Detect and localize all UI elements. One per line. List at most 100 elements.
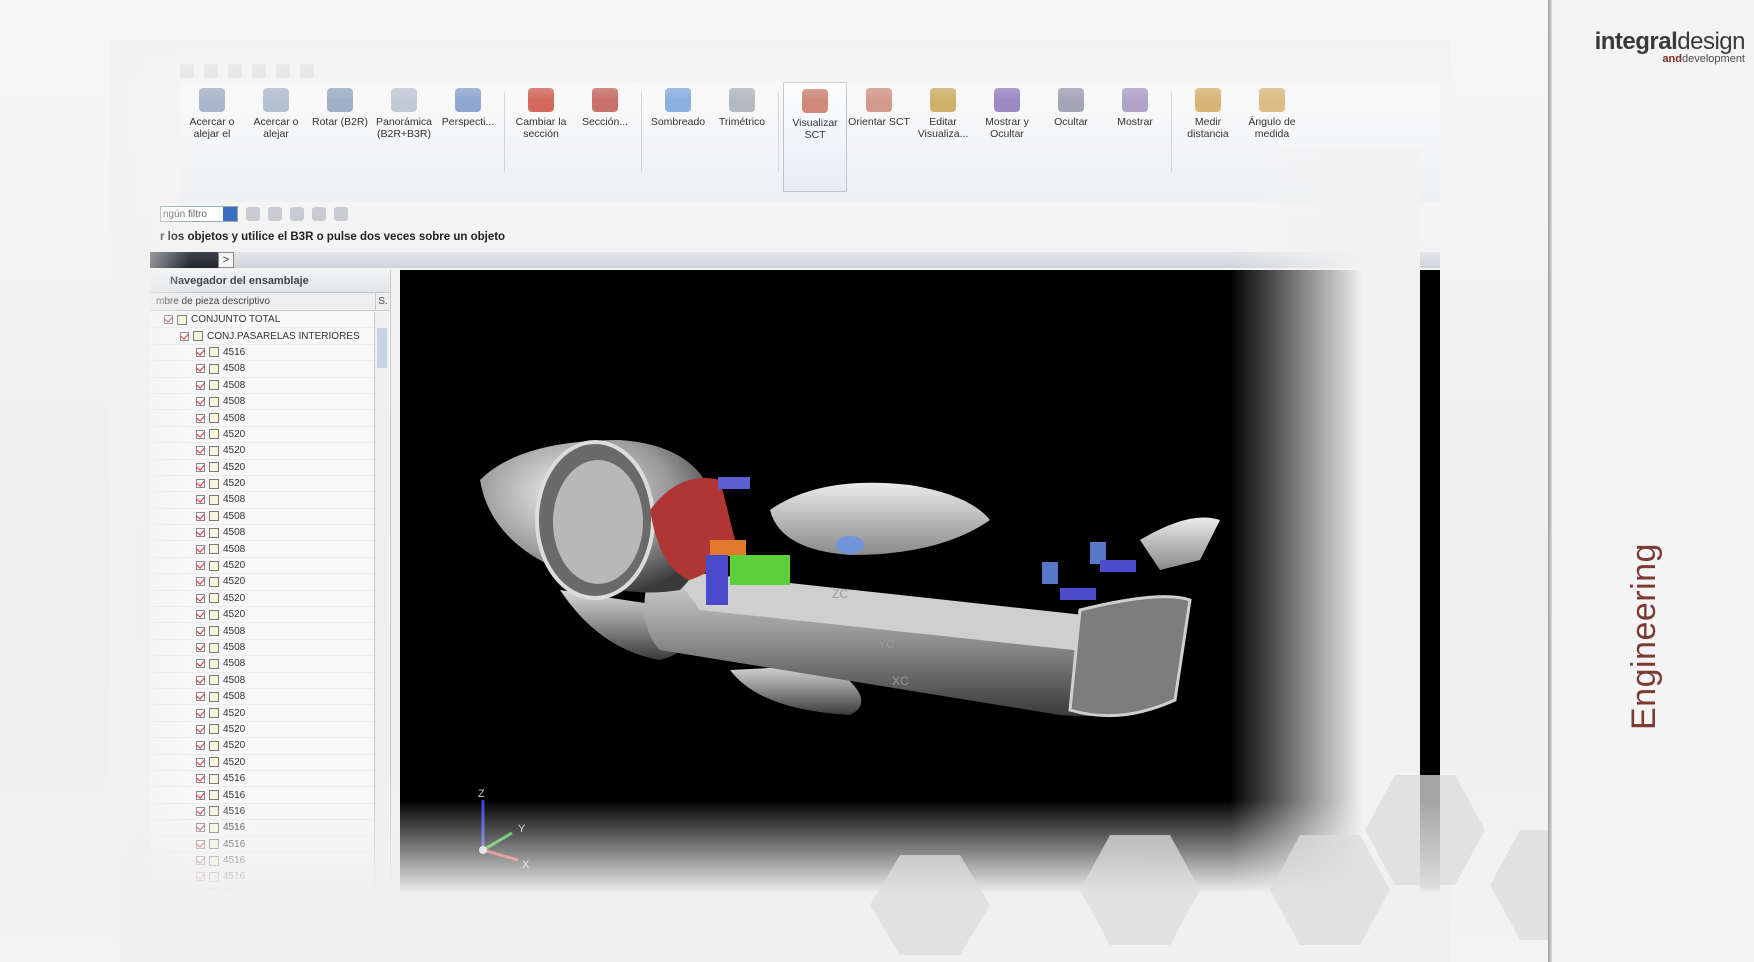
tail-fin[interactable] [1140,517,1220,571]
part-name: 4520 [223,576,246,588]
rear-blue-plate[interactable] [1060,588,1096,600]
tool-label: Rotar (B2R) [311,116,368,128]
part-icon [209,757,219,768]
visibility-checkbox[interactable] [196,561,205,571]
visibility-checkbox[interactable] [196,626,205,636]
snap-point-icon[interactable] [312,207,326,221]
tool-label: Cambiar la sección [515,116,567,140]
part-icon [209,609,219,620]
part-icon [209,363,219,374]
visibility-checkbox[interactable] [196,528,205,538]
visibility-checkbox[interactable] [196,479,205,489]
tool-label: Panorámica (B2R+B3R) [375,116,433,140]
ribbon-separator [504,92,505,172]
part-name: 4520 [223,707,246,719]
tool-label: Acercar o alejar [253,116,299,140]
part-name: CONJ.PASARELAS INTERIORES [207,330,360,342]
reset-filter-icon[interactable] [268,207,282,221]
part-icon [209,740,219,751]
visibility-checkbox[interactable] [196,724,205,734]
part-name: CONJUNTO TOTAL [191,314,281,326]
part-name: 4520 [223,723,246,735]
part-icon [209,413,219,424]
expand-resource-bar-button[interactable]: > [218,252,234,268]
tool-label: Mostrar y Ocultar [985,116,1029,140]
green-block[interactable] [730,555,790,585]
tool-label: Mostrar [1117,116,1153,128]
tool-label: Medir distancia [1187,116,1229,140]
visibility-checkbox[interactable] [196,692,205,702]
part-name: 4508 [223,412,246,424]
rear-blue-plate-2[interactable] [1100,560,1136,572]
part-name: 4516 [223,773,246,785]
part-icon [209,626,219,637]
visibility-checkbox[interactable] [196,364,205,374]
visibility-checkbox[interactable] [196,462,205,472]
part-icon [209,773,219,784]
part-name: 4508 [223,396,246,408]
part-name: 4508 [223,494,246,506]
visibility-checkbox[interactable] [196,741,205,751]
part-name: 4508 [223,674,246,686]
part-icon [209,478,219,489]
part-name: 4508 [223,691,246,703]
part-name: 4508 [223,510,246,522]
visibility-checkbox[interactable] [196,347,205,357]
part-name: 4520 [223,445,246,457]
column-status[interactable]: S. [375,293,390,310]
vignette-top [120,40,1450,100]
visibility-checkbox[interactable] [196,593,205,603]
scrollbar-thumb[interactable] [377,328,387,368]
part-name: 4520 [223,461,246,473]
visibility-checkbox[interactable] [196,610,205,620]
tool-label: Trimétrico [718,116,766,128]
visibility-checkbox[interactable] [196,708,205,718]
part-icon [209,675,219,686]
part-name: 4508 [223,658,246,670]
rear-bulkhead[interactable] [1068,595,1192,718]
visibility-checkbox[interactable] [196,544,205,554]
rear-cylinder-1[interactable] [1042,562,1058,584]
selection-scope-icon[interactable] [246,207,260,221]
tool-label: Sombreado [650,116,706,128]
part-name: 4520 [223,756,246,768]
canopy-hatch[interactable] [836,536,864,554]
visibility-checkbox[interactable] [196,446,205,456]
label-zc: ZC [832,587,848,601]
part-name: 4508 [223,625,246,637]
visibility-checkbox[interactable] [196,790,205,800]
visibility-checkbox[interactable] [196,380,205,390]
visibility-checkbox[interactable] [196,774,205,784]
visibility-checkbox[interactable] [196,495,205,505]
orange-block[interactable] [710,540,746,556]
canopy[interactable] [770,482,990,555]
visibility-checkbox[interactable] [196,675,205,685]
visibility-checkbox[interactable] [196,397,205,407]
vignette-bottom [120,800,1450,962]
part-icon [209,642,219,653]
part-name: 4508 [223,642,246,653]
cursor-options-icon[interactable] [334,207,348,221]
part-icon [209,380,219,391]
visibility-checkbox[interactable] [196,757,205,767]
visibility-checkbox[interactable] [196,577,205,587]
visibility-checkbox[interactable] [196,511,205,521]
engineering-label: Engineering [1625,543,1663,730]
ribbon-separator [1171,92,1172,172]
part-icon [209,560,219,571]
part-icon [209,527,219,538]
visibility-checkbox[interactable] [196,429,205,439]
part-name: 4516 [223,789,246,801]
brand-panel [1552,0,1754,962]
visibility-checkbox[interactable] [196,643,205,652]
blue-block[interactable] [718,477,750,489]
part-icon [209,658,219,669]
blue-column[interactable] [706,555,728,605]
view-filter-icon[interactable] [290,207,304,221]
tool-label: Sección... [581,116,629,128]
part-name: 4520 [223,592,246,604]
visibility-checkbox[interactable] [196,413,205,423]
part-name: 4508 [223,527,246,539]
visibility-checkbox[interactable] [196,659,205,669]
logo-wordmark: integraldesign [1594,28,1746,55]
